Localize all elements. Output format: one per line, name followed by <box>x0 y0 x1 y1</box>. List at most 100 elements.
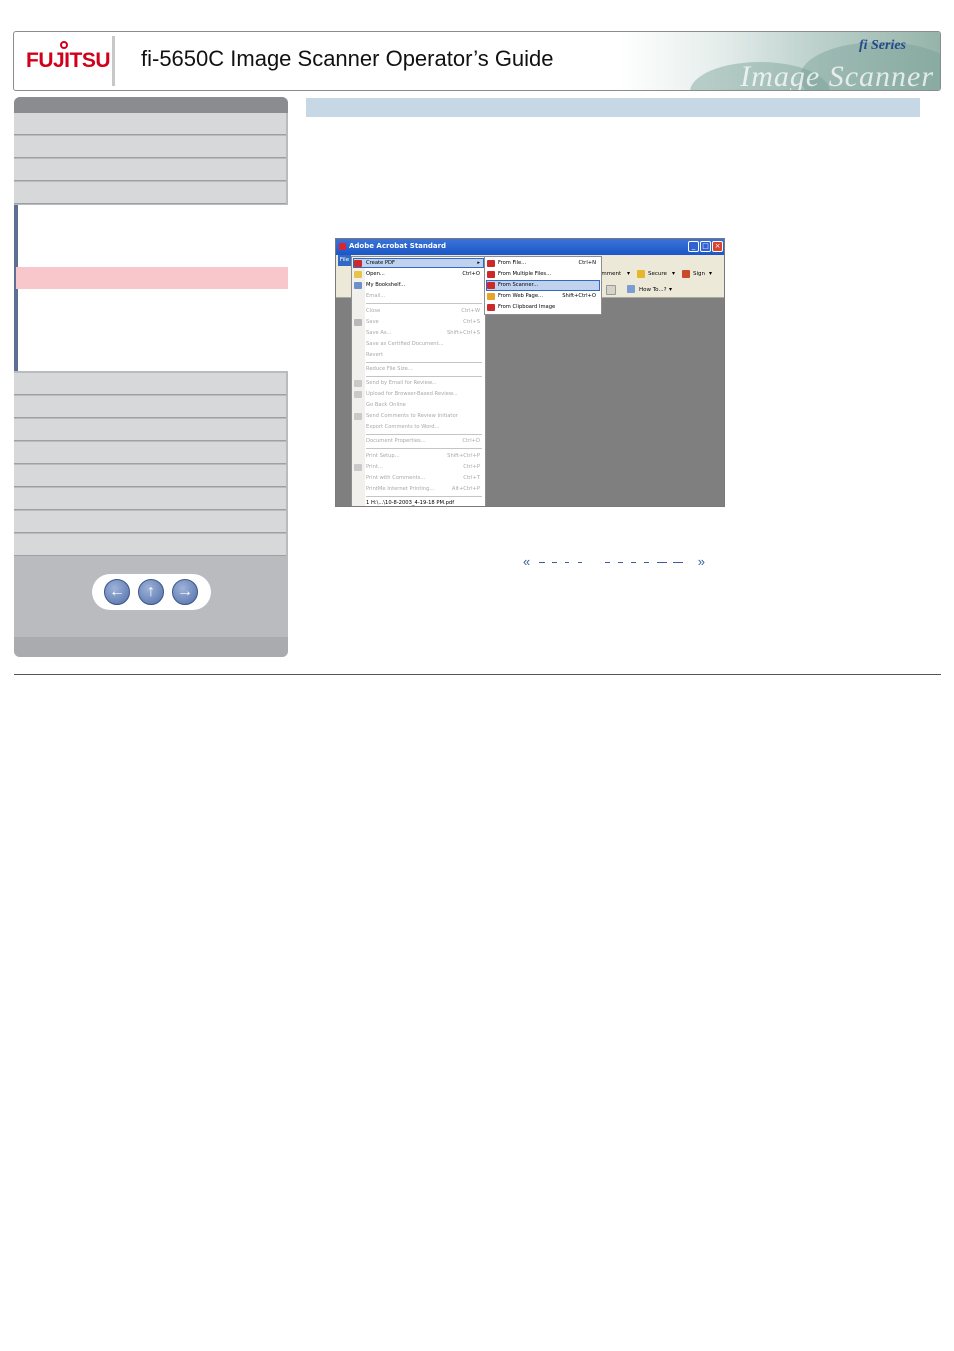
menu-item-shortcut: Ctrl+D <box>462 438 480 444</box>
how-to-button[interactable]: How To...? <box>639 287 667 293</box>
menu-item-go-back-online[interactable]: Go Back Online <box>366 400 484 410</box>
lock-icon <box>637 270 645 278</box>
previous-page-link[interactable]: « <box>523 555 530 569</box>
sidebar-item[interactable] <box>14 373 286 395</box>
pager-dash <box>631 562 636 563</box>
next-page-link[interactable]: » <box>698 555 705 569</box>
forward-arrow-icon[interactable]: → <box>172 579 198 605</box>
menu-item-bookshelf[interactable]: My Bookshelf... <box>366 280 484 290</box>
menu-item-reduce-size[interactable]: Reduce File Size... <box>366 364 484 374</box>
menu-item-label: Go Back Online <box>366 402 406 408</box>
menu-item-shortcut: Ctrl+P <box>463 464 480 470</box>
menu-item-label: 1 H:\...\10-8-2003_4-19-18 PM.pdf <box>366 500 455 506</box>
chevron-down-icon[interactable]: ▾ <box>709 270 712 277</box>
sidebar-item[interactable] <box>14 419 286 441</box>
menu-item-shortcut: Alt+Ctrl+P <box>451 486 480 492</box>
menu-item-shortcut: Ctrl+O <box>462 271 480 277</box>
pager-dash <box>565 562 569 563</box>
menu-item-revert[interactable]: Revert <box>366 350 484 360</box>
menu-separator <box>366 376 482 377</box>
menu-item-send-comments[interactable]: Send Comments to Review Initiator <box>366 411 484 421</box>
menu-item-label: Save As... <box>366 330 392 336</box>
sidebar-item-current[interactable] <box>16 267 288 289</box>
sidebar-item[interactable] <box>14 511 286 533</box>
submenu-item-label: From Scanner... <box>498 282 539 288</box>
chevron-down-icon[interactable]: ▾ <box>627 270 630 277</box>
secure-button[interactable]: Secure <box>648 271 667 277</box>
up-arrow-icon[interactable]: ↑ <box>138 579 164 605</box>
submenu-item-label: From File... <box>498 260 527 266</box>
header-banner: FUJITSU fi-5650C Image Scanner Operator’… <box>13 31 941 91</box>
menu-item-open[interactable]: Open... Ctrl+O <box>366 269 484 279</box>
submenu-item-shortcut: Shift+Ctrl+O <box>562 293 596 299</box>
file-menu: Create PDF ▸ Open... Ctrl+O My Bookshelf..… <box>351 256 486 506</box>
menu-item-shortcut: Ctrl+W <box>461 308 480 314</box>
email-review-icon <box>354 380 362 387</box>
chevron-down-icon[interactable]: ▾ <box>672 270 675 277</box>
menu-item-email[interactable]: Email... <box>366 291 484 301</box>
menu-separator <box>366 362 482 363</box>
sidebar-item[interactable] <box>14 442 286 464</box>
pager-dash <box>644 562 649 563</box>
menu-item-print-comments[interactable]: Print with Comments... Ctrl+T <box>366 473 484 483</box>
header-divider <box>112 36 115 86</box>
pager-dash <box>605 562 610 563</box>
maximize-icon[interactable]: □ <box>700 241 711 252</box>
sidebar-item[interactable] <box>14 465 286 487</box>
sidebar-item[interactable] <box>14 182 286 204</box>
page-title: fi-5650C Image Scanner Operator’s Guide <box>141 46 554 71</box>
menu-item-send-review[interactable]: Send by Email for Review... <box>366 378 484 388</box>
menu-item-label: Save as Certified Document... <box>366 341 444 347</box>
sidebar-item[interactable] <box>14 488 286 510</box>
menu-item-save-as[interactable]: Save As... Shift+Ctrl+S <box>366 328 484 338</box>
sidebar-expanded-section <box>14 205 288 371</box>
menu-item-export-comments[interactable]: Export Comments to Word... <box>366 422 484 432</box>
submenu-item-from-scanner[interactable]: From Scanner... <box>498 280 600 290</box>
menu-item-shortcut: Shift+Ctrl+S <box>446 330 480 336</box>
menu-item-label: My Bookshelf... <box>366 282 406 288</box>
menu-item-recent-file[interactable]: 1 H:\...\10-8-2003_4-19-18 PM.pdf <box>366 498 484 506</box>
sidebar-item[interactable] <box>14 159 286 181</box>
close-icon[interactable]: × <box>712 241 723 252</box>
menu-item-label: Send by Email for Review... <box>366 380 437 386</box>
menu-item-label: Document Properties... <box>366 438 426 444</box>
help-icon <box>627 285 635 293</box>
page-icon[interactable] <box>606 285 616 295</box>
menu-separator <box>366 434 482 435</box>
menu-item-label: Open... <box>366 271 385 277</box>
page-navigation: « » <box>523 555 705 569</box>
submenu-item-clipboard[interactable]: From Clipboard Image <box>498 302 600 312</box>
menu-item-close[interactable]: Close Ctrl+W <box>366 306 484 316</box>
menu-file[interactable]: File <box>338 255 351 266</box>
sidebar-header <box>14 97 288 113</box>
menu-item-save-certified[interactable]: Save as Certified Document... <box>366 339 484 349</box>
menu-item-print[interactable]: Print... Ctrl+P <box>366 462 484 472</box>
menu-item-save[interactable]: Save Ctrl+S <box>366 317 484 327</box>
sidebar-item[interactable] <box>14 534 286 556</box>
submenu-item-multiple-files[interactable]: From Multiple Files... <box>498 269 600 279</box>
menu-item-label: Save <box>366 319 379 325</box>
chevron-down-icon[interactable]: ▾ <box>669 286 672 293</box>
menu-item-printme[interactable]: PrintMe Internet Printing... Alt+Ctrl+P <box>366 484 484 494</box>
submenu-arrow-icon: ▸ <box>477 260 480 266</box>
sidebar-item[interactable] <box>14 113 286 135</box>
submenu-item-web-page[interactable]: From Web Page... Shift+Ctrl+O <box>498 291 600 301</box>
menu-item-label: Send Comments to Review Initiator <box>366 413 458 419</box>
pager-dash <box>657 562 667 563</box>
minimize-icon[interactable]: _ <box>688 241 699 252</box>
back-arrow-icon[interactable]: ← <box>104 579 130 605</box>
menu-item-shortcut: Shift+Ctrl+P <box>447 453 480 459</box>
create-pdf-submenu: From File... Ctrl+N From Multiple Files..… <box>484 256 602 315</box>
sidebar-item[interactable] <box>14 396 286 418</box>
menu-item-label: Print... <box>366 464 383 470</box>
menu-separator <box>366 496 482 497</box>
menu-item-create-pdf[interactable]: Create PDF ▸ <box>366 258 484 268</box>
menu-item-print-setup[interactable]: Print Setup... Shift+Ctrl+P <box>366 451 484 461</box>
pager-dash <box>618 562 623 563</box>
menu-separator <box>366 448 482 449</box>
menu-item-document-properties[interactable]: Document Properties... Ctrl+D <box>366 436 484 446</box>
sidebar-item[interactable] <box>14 136 286 158</box>
submenu-item-from-file[interactable]: From File... Ctrl+N <box>498 258 600 268</box>
sign-button[interactable]: Sign <box>693 271 705 277</box>
menu-item-upload-review[interactable]: Upload for Browser-Based Review... <box>366 389 484 399</box>
